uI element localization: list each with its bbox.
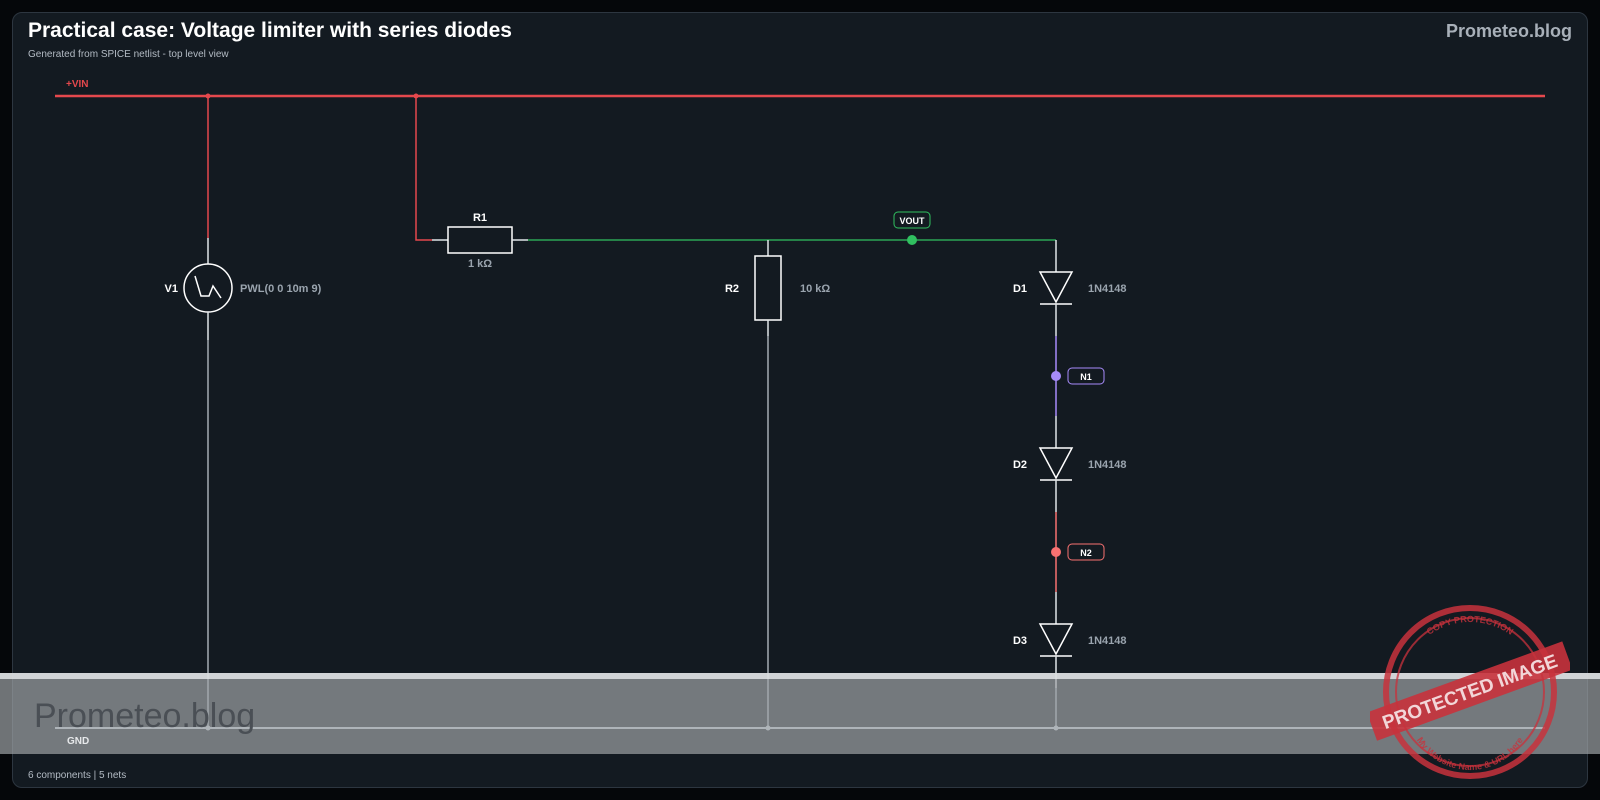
page-subtitle: Generated from SPICE netlist - top level… [28,49,229,60]
svg-text:PROTECTED IMAGE: PROTECTED IMAGE [1380,651,1561,734]
diode-icon [1038,623,1074,657]
protected-image-stamp-icon: COPY PROTECTION My Website Name & URL he… [1370,605,1570,779]
resistor-icon [754,255,782,321]
brand-label: Prometeo.blog [1445,21,1572,41]
n1-label: N1 [1080,372,1092,382]
v1-value: PWL(0 0 10m 9) [240,283,322,295]
d2-value: 1N4148 [1088,459,1127,471]
d2-ref: D2 [1013,459,1027,471]
gnd-label: GND [67,736,90,747]
r2-value: 10 kΩ [800,283,830,295]
v1-ref: V1 [165,283,178,295]
watermark-text: Prometeo.blog [34,697,256,735]
page-title: Practical case: Voltage limiter with ser… [28,19,512,42]
resistor-icon [447,226,513,254]
d1-ref: D1 [1013,283,1027,295]
diode-icon [1038,447,1074,481]
r2-ref: R2 [725,283,739,295]
vout-label: VOUT [899,216,925,226]
pwl-voltage-source-icon [183,263,233,313]
vin-label: +VIN [66,79,89,90]
n2-node [1051,547,1061,557]
d1-value: 1N4148 [1088,283,1127,295]
r1-wire-vin [415,96,432,241]
d3-value: 1N4148 [1088,635,1127,647]
diode-icon [1038,271,1074,305]
d3-ref: D3 [1013,635,1027,647]
n2-label: N2 [1080,548,1092,558]
vout-node [907,235,917,245]
n1-node [1051,371,1061,381]
footer-summary: 6 components | 5 nets [28,770,127,781]
r1-ref: R1 [473,212,487,224]
r1-value: 1 kΩ [468,258,492,270]
